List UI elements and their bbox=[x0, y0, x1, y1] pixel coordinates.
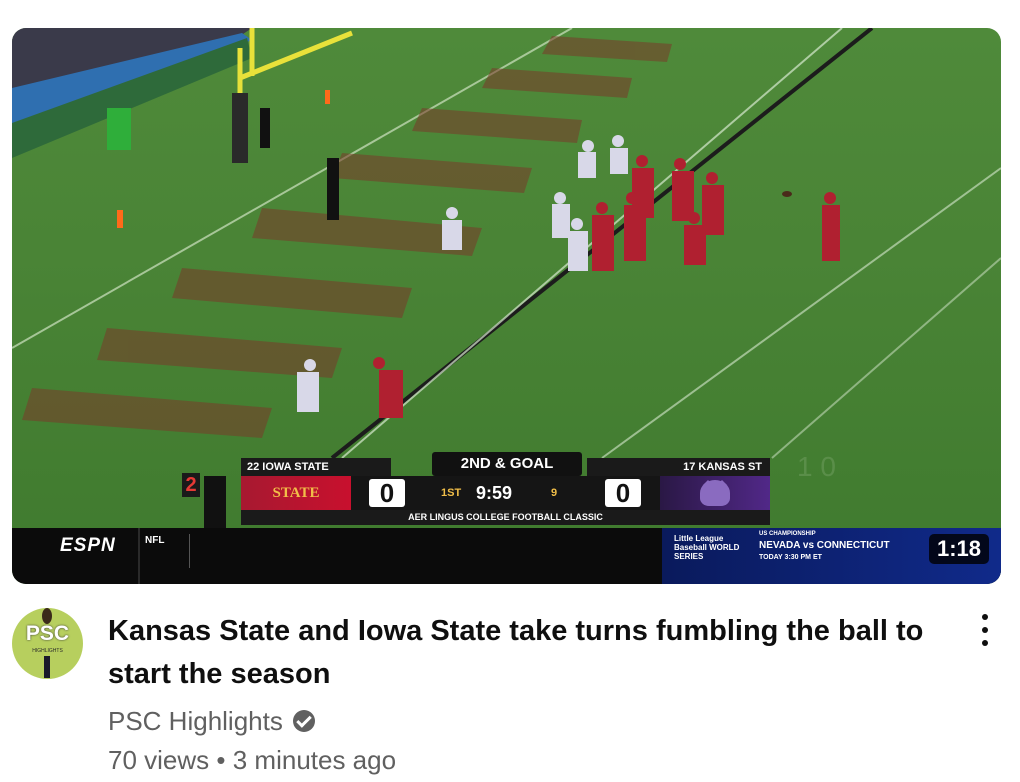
upload-age: 3 minutes ago bbox=[232, 745, 397, 775]
banner-divider bbox=[138, 528, 140, 584]
video-title[interactable]: Kansas State and Iowa State take turns f… bbox=[108, 610, 968, 696]
channel-name[interactable]: PSC Highlights bbox=[108, 706, 283, 737]
video-thumbnail[interactable]: 1 0 22 IOWA STATE 2ND & GOAL 17 KANSAS S… bbox=[12, 28, 1001, 584]
game-quarter: 1ST bbox=[441, 487, 462, 499]
event-name: AER LINGUS COLLEGE FOOTBALL CLASSIC bbox=[241, 510, 770, 525]
home-team-label: 17 KANSAS ST bbox=[587, 458, 770, 476]
view-count: 70 views bbox=[108, 745, 210, 775]
down-and-distance: 2ND & GOAL bbox=[432, 452, 582, 476]
video-duration: 1:18 bbox=[928, 534, 989, 564]
scorebug: STATE 0 1ST 9:59 9 0 bbox=[241, 476, 770, 510]
iowa-state-logo: STATE bbox=[241, 476, 351, 510]
ticker-league: NFL bbox=[145, 535, 165, 546]
verified-check-icon bbox=[292, 710, 315, 732]
promo-matchup: NEVADA vs CONNECTICUT bbox=[759, 540, 890, 551]
down-marker: 2 bbox=[182, 473, 200, 497]
away-score: 0 bbox=[369, 479, 405, 507]
espn-logo: ESPN bbox=[60, 535, 116, 556]
away-team-label: 22 IOWA STATE bbox=[241, 458, 391, 476]
more-vert-icon[interactable] bbox=[975, 612, 995, 652]
promo-kicker: US CHAMPIONSHIP bbox=[759, 531, 816, 537]
broadcast-banner: ESPN NFL Little League Baseball WORLD SE… bbox=[12, 528, 1001, 584]
little-league-logo: Little League Baseball WORLD SERIES bbox=[674, 534, 740, 561]
svg-text:1 0: 1 0 bbox=[797, 451, 836, 482]
avatar-text: PSC bbox=[25, 622, 70, 645]
game-clock: 9:59 bbox=[476, 483, 513, 503]
stats-separator: • bbox=[216, 745, 226, 775]
play-clock: 9 bbox=[551, 487, 558, 499]
kansas-state-logo bbox=[660, 476, 770, 510]
ticker-divider bbox=[189, 534, 190, 568]
channel-row: PSC Highlights bbox=[108, 704, 315, 738]
avatar-subtext: HIGHLIGHTS bbox=[32, 648, 63, 654]
home-score: 0 bbox=[605, 479, 641, 507]
trophy-icon bbox=[44, 656, 50, 678]
channel-avatar[interactable]: PSC HIGHLIGHTS bbox=[12, 608, 83, 679]
wildcat-icon bbox=[700, 480, 730, 506]
video-stats: 70 views • 3 minutes ago bbox=[108, 745, 396, 776]
promo-time: TODAY 3:30 PM ET bbox=[759, 554, 822, 561]
